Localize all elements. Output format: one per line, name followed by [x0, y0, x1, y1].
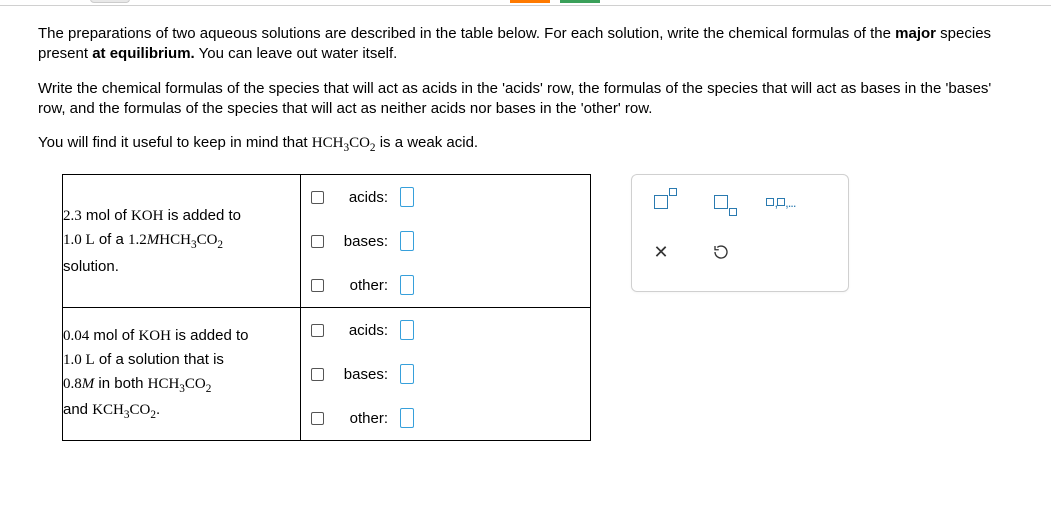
bases-input[interactable] [400, 364, 414, 384]
bases-checkbox[interactable] [311, 235, 324, 248]
text: The preparations of two aqueous solution… [38, 25, 895, 42]
bases-label: bases: [336, 366, 388, 383]
text-bold: at equilibrium. [92, 45, 195, 62]
acids-label: acids: [336, 189, 388, 206]
other-checkbox[interactable] [311, 279, 324, 292]
question-page: The preparations of two aqueous solution… [0, 6, 1051, 471]
other-label: other: [336, 410, 388, 427]
solution-2-description: 0.04 mol of KOH is added to 1.0 L of a s… [63, 308, 301, 441]
other-input[interactable] [400, 275, 414, 295]
close-icon: ✕ [653, 242, 668, 263]
other-label: other: [336, 277, 388, 294]
window-top-border [0, 0, 1051, 6]
formula-hch3co2: HCH3CO2 [312, 135, 376, 151]
instruction-para-3: You will find it useful to keep in mind … [38, 133, 1013, 156]
reset-button[interactable] [706, 239, 736, 265]
solution-1-description: 2.3 mol of KOH is added to 1.0 L of a 1.… [63, 175, 301, 308]
solutions-table: 2.3 mol of KOH is added to 1.0 L of a 1.… [62, 174, 591, 441]
acids-label: acids: [336, 322, 388, 339]
bases-input[interactable] [400, 231, 414, 251]
acids-input[interactable] [400, 320, 414, 340]
other-input[interactable] [400, 408, 414, 428]
instruction-para-1: The preparations of two aqueous solution… [38, 24, 1013, 65]
instruction-para-2: Write the chemical formulas of the speci… [38, 79, 1013, 120]
formatting-toolbar: ,,... ✕ [631, 174, 849, 292]
acids-checkbox[interactable] [311, 191, 324, 204]
instructions-block: The preparations of two aqueous solution… [38, 24, 1013, 156]
acids-checkbox[interactable] [311, 324, 324, 337]
text: You will find it useful to keep in mind … [38, 134, 312, 151]
accent-orange [510, 0, 550, 3]
text-bold: major [895, 25, 936, 42]
text: is a weak acid. [376, 134, 479, 151]
other-checkbox[interactable] [311, 412, 324, 425]
clear-button[interactable]: ✕ [646, 239, 676, 265]
solution-2-answers: acids: bases: other: [301, 308, 591, 441]
list-tool[interactable]: ,,... [766, 189, 796, 215]
bases-label: bases: [336, 233, 388, 250]
solution-1-answers: acids: bases: other: [301, 175, 591, 308]
accent-green [560, 0, 600, 3]
window-tab-marker [90, 0, 130, 3]
acids-input[interactable] [400, 187, 414, 207]
reset-icon [712, 243, 730, 261]
text: You can leave out water itself. [195, 45, 398, 62]
subscript-tool[interactable] [706, 189, 736, 215]
bases-checkbox[interactable] [311, 368, 324, 381]
superscript-tool[interactable] [646, 189, 676, 215]
